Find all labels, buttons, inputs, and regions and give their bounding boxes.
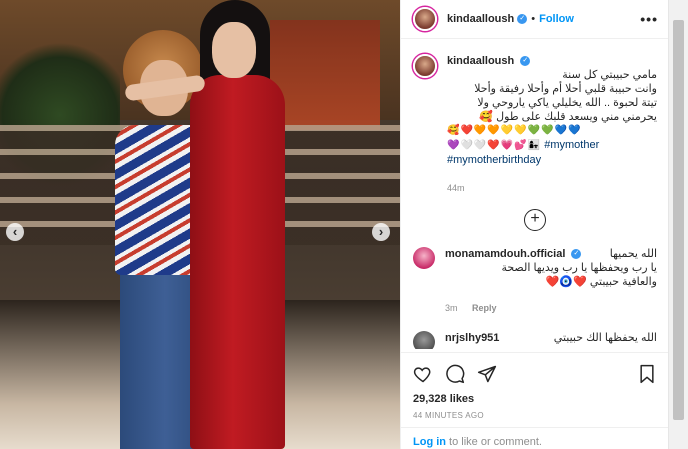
comment-time: 3m xyxy=(445,303,458,313)
author-avatar[interactable] xyxy=(413,7,437,31)
caption-username[interactable]: kindaalloush xyxy=(447,55,514,67)
comment-text-line: يا رب ويحفظها يا رب ويديها الصحة xyxy=(501,262,657,274)
post-header: kindaalloush ✓ • Follow ••• xyxy=(401,0,668,39)
daughter-face xyxy=(212,22,256,78)
commenter-username[interactable]: monamamdouh.official xyxy=(445,248,565,260)
scrollbar-thumb[interactable] xyxy=(673,20,684,420)
bookmark-icon[interactable] xyxy=(637,364,657,384)
next-photo-button[interactable]: › xyxy=(372,223,390,241)
login-link[interactable]: Log in xyxy=(413,436,446,448)
daughter-dress xyxy=(190,75,285,449)
caption-text-line: يحرمني مني ويسعد قلبك على طول 🥰 xyxy=(479,111,657,123)
like-count[interactable]: 29,328 likes xyxy=(413,393,657,405)
comment-text-line: الله يحفظها الك حبيبتي xyxy=(553,332,657,344)
post-photo[interactable]: ‹ › xyxy=(0,0,400,449)
comment-text-line: الله يحميها xyxy=(609,248,657,260)
verified-icon: ✓ xyxy=(571,249,582,260)
action-icons xyxy=(413,361,657,387)
caption-text-line: مامي حبيبتي كل سنة xyxy=(562,69,657,81)
comment-icon[interactable] xyxy=(445,364,465,384)
comment: monamamdouh.official ✓ الله يحميها يا رب… xyxy=(413,247,657,315)
commenter-avatar[interactable] xyxy=(413,247,435,269)
share-icon[interactable] xyxy=(477,364,497,384)
post-panel: kindaalloush ✓ • Follow ••• kindaalloush… xyxy=(400,0,669,449)
follow-button[interactable]: Follow xyxy=(539,13,574,25)
caption-body: kindaalloush ✓ مامي حبيبتي كل سنة وانت ح… xyxy=(447,54,657,195)
hashtag-link[interactable]: #mymother xyxy=(544,139,599,151)
caption-emoji-line: 💜🤍🤍❤️💗💕👩‍👧 xyxy=(447,140,542,151)
reply-button[interactable]: Reply xyxy=(472,303,497,313)
verified-icon: ✓ xyxy=(517,14,528,24)
comment-body: monamamdouh.official ✓ الله يحميها يا رب… xyxy=(445,247,657,315)
comment-text-line: والعافية حبيبتي ❤️🧿❤️ xyxy=(545,276,657,288)
more-options-icon[interactable]: ••• xyxy=(640,11,658,27)
caption-time: 44m xyxy=(447,183,465,193)
hashtag-link[interactable]: #mymotherbirthday xyxy=(447,153,657,167)
comment-body: nrjslhy951 الله يحفظها الك حبيبتي xyxy=(445,331,657,349)
author-username[interactable]: kindaalloush xyxy=(447,13,514,25)
comment: nrjslhy951 الله يحفظها الك حبيبتي xyxy=(413,331,657,349)
caption: kindaalloush ✓ مامي حبيبتي كل سنة وانت ح… xyxy=(413,54,657,195)
post-actions: 29,328 likes 44 MINUTES AGO xyxy=(401,352,669,420)
add-comment-bar: Log in to like or comment. xyxy=(401,427,669,449)
comment-meta: 3m Reply xyxy=(445,301,657,315)
verified-icon: ✓ xyxy=(520,56,531,67)
post-timestamp[interactable]: 44 MINUTES AGO xyxy=(413,411,657,420)
commenter-avatar[interactable] xyxy=(413,331,435,349)
caption-avatar[interactable] xyxy=(413,54,437,78)
person-daughter xyxy=(124,0,290,449)
heart-icon[interactable] xyxy=(413,364,433,384)
caption-text-line: وانت حبيبة قلبي أحلا أم وأحلا رفيقة وأحل… xyxy=(474,83,657,95)
caption-emoji-line: 🥰❤️🧡🧡💛💛💚💚💙💙 xyxy=(447,125,582,136)
commenter-username[interactable]: nrjslhy951 xyxy=(445,332,499,344)
load-more-comments-button[interactable]: + xyxy=(524,209,546,231)
page-scrollbar[interactable] xyxy=(668,0,688,449)
comments-section[interactable]: kindaalloush ✓ مامي حبيبتي كل سنة وانت ح… xyxy=(401,40,669,349)
header-separator: • xyxy=(531,13,536,25)
caption-text-line: تيتة لحبوة .. الله يخليلي ياكي ياروحي ول… xyxy=(477,97,657,109)
previous-photo-button[interactable]: ‹ xyxy=(6,223,24,241)
add-comment-text: to like or comment. xyxy=(446,436,542,448)
